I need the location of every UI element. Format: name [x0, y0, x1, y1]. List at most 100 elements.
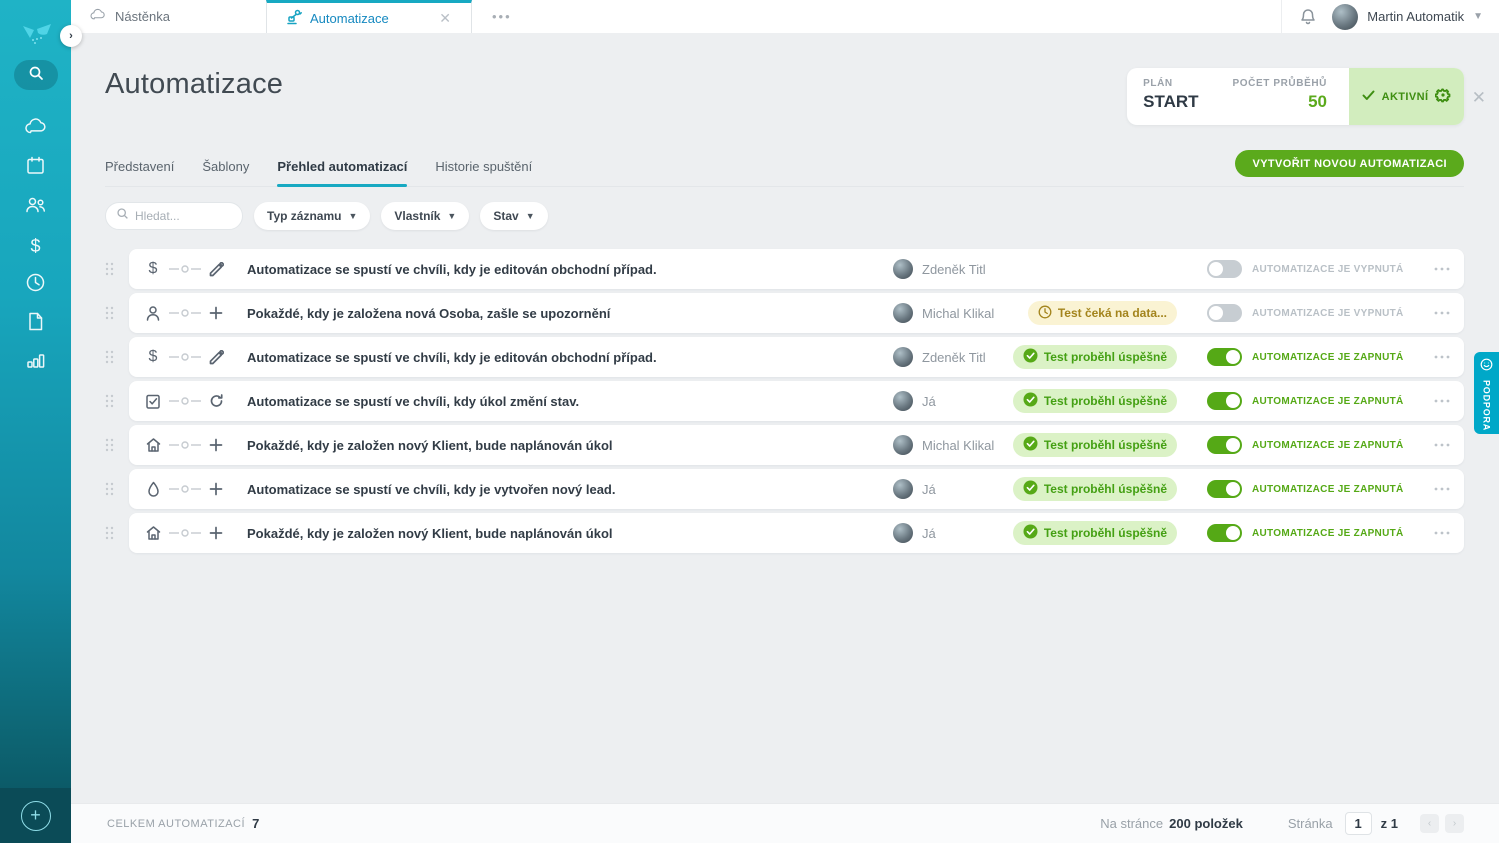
- tab-prehled-automatizaci[interactable]: Přehled automatizací: [277, 151, 407, 186]
- toggle-state-label: AUTOMATIZACE JE ZAPNUTÁ: [1252, 440, 1424, 451]
- automation-toggle[interactable]: [1207, 524, 1242, 542]
- row-menu-icon[interactable]: [1424, 443, 1450, 447]
- drag-handle-icon[interactable]: [105, 526, 129, 540]
- drag-handle-icon[interactable]: [105, 482, 129, 496]
- total-label: CELKEM AUTOMATIZACÍ: [107, 818, 245, 830]
- tab-predstaveni[interactable]: Představení: [105, 151, 174, 186]
- page-title: Automatizace: [105, 68, 283, 101]
- people-icon: [24, 195, 47, 219]
- automation-toggle[interactable]: [1207, 436, 1242, 454]
- edit-icon: [207, 262, 225, 277]
- row-menu-icon[interactable]: [1424, 487, 1450, 491]
- owner-name: Michal Klikal: [922, 438, 994, 453]
- close-tab-icon[interactable]: ✕: [437, 10, 453, 27]
- connector-icon: [168, 529, 202, 537]
- bar-chart-icon: [25, 351, 46, 375]
- automation-card[interactable]: Pokaždé, kdy je založen nový Klient, bud…: [129, 425, 1464, 465]
- test-status-badge: Test proběhl úspěšně: [1013, 389, 1177, 413]
- tab-dashboard[interactable]: Nástěnka: [71, 0, 266, 33]
- sidebar-expand-button[interactable]: ›: [60, 25, 82, 47]
- sidebar-footer: +: [0, 788, 71, 843]
- drag-handle-icon[interactable]: [105, 438, 129, 452]
- check-circle-icon: [1023, 480, 1038, 498]
- next-page-button[interactable]: ›: [1445, 814, 1464, 833]
- prev-page-button[interactable]: ‹: [1420, 814, 1439, 833]
- automation-card[interactable]: Pokaždé, kdy je založen nový Klient, bud…: [129, 513, 1464, 553]
- sidebar-item-calendar[interactable]: [24, 157, 48, 179]
- automation-toggle[interactable]: [1207, 304, 1242, 322]
- filter-record-type[interactable]: Typ záznamu▼: [254, 202, 370, 230]
- sidebar-search-button[interactable]: [14, 60, 58, 90]
- owner-avatar: [893, 479, 913, 499]
- chevron-down-icon: ▼: [447, 211, 456, 221]
- drag-handle-icon[interactable]: [105, 350, 129, 364]
- page-close-icon[interactable]: ✕: [1472, 89, 1486, 106]
- automation-row: $ Automatizace se spustí ve chvíli, kdy …: [105, 337, 1464, 377]
- row-menu-icon[interactable]: [1424, 355, 1450, 359]
- company-icon: [143, 525, 163, 541]
- task-check-icon: [143, 393, 163, 410]
- page-number-input[interactable]: [1345, 812, 1372, 835]
- automation-card[interactable]: $ Automatizace se spustí ve chvíli, kdy …: [129, 249, 1464, 289]
- tab-sablony[interactable]: Šablony: [202, 151, 249, 186]
- row-menu-icon[interactable]: [1424, 311, 1450, 315]
- row-title: Automatizace se spustí ve chvíli, kdy úk…: [247, 394, 893, 409]
- automation-card[interactable]: Pokaždé, kdy je založena nová Osoba, zaš…: [129, 293, 1464, 333]
- automation-row: Pokaždé, kdy je založena nová Osoba, zaš…: [105, 293, 1464, 333]
- ellipsis-icon: •••: [492, 9, 512, 24]
- connector-icon: [168, 397, 202, 405]
- row-owner: Zdeněk Titl: [893, 259, 1045, 279]
- user-name: Martin Automatik: [1367, 9, 1464, 24]
- more-tabs-button[interactable]: •••: [472, 0, 532, 33]
- row-title: Automatizace se spustí ve chvíli, kdy je…: [247, 262, 893, 277]
- row-menu-icon[interactable]: [1424, 399, 1450, 403]
- owner-avatar: [893, 259, 913, 279]
- automation-card[interactable]: Automatizace se spustí ve chvíli, kdy je…: [129, 469, 1464, 509]
- tab-historie-spusteni[interactable]: Historie spuštění: [435, 151, 532, 186]
- plus-icon: +: [30, 805, 41, 826]
- edit-icon: [207, 350, 225, 365]
- create-automation-button[interactable]: VYTVOŘIT NOVOU AUTOMATIZACI: [1235, 150, 1464, 177]
- page-label: Stránka: [1288, 816, 1333, 831]
- sidebar-item-deals[interactable]: $: [24, 235, 48, 257]
- owner-name: Zdeněk Titl: [922, 262, 986, 277]
- sidebar-item-activities[interactable]: [24, 274, 48, 296]
- company-icon: [143, 437, 163, 453]
- drag-handle-icon[interactable]: [105, 394, 129, 408]
- tab-label: Nástěnka: [115, 9, 170, 24]
- notifications-button[interactable]: [1298, 7, 1318, 27]
- runs-value: 50: [1308, 92, 1327, 112]
- per-page-value[interactable]: 200 položek: [1169, 816, 1243, 831]
- chevron-right-icon: ›: [69, 30, 73, 42]
- automation-toggle[interactable]: [1207, 260, 1242, 278]
- gear-icon[interactable]: [1435, 87, 1451, 106]
- filter-state[interactable]: Stav▼: [480, 202, 547, 230]
- sidebar-item-dashboard[interactable]: [24, 118, 48, 140]
- sidebar: $ +: [0, 0, 71, 843]
- search-input[interactable]: [135, 209, 230, 223]
- sidebar-item-contacts[interactable]: [24, 196, 48, 218]
- deal-dollar-icon: $: [143, 260, 163, 278]
- automation-card[interactable]: Automatizace se spustí ve chvíli, kdy úk…: [129, 381, 1464, 421]
- chevron-down-icon: ▼: [348, 211, 357, 221]
- test-status-badge: Test proběhl úspěšně: [1013, 477, 1177, 501]
- add-icon: [207, 438, 225, 452]
- sidebar-item-documents[interactable]: [24, 313, 48, 335]
- owner-name: Já: [922, 394, 936, 409]
- row-menu-icon[interactable]: [1424, 267, 1450, 271]
- drag-handle-icon[interactable]: [105, 262, 129, 276]
- automation-toggle[interactable]: [1207, 392, 1242, 410]
- automation-toggle[interactable]: [1207, 480, 1242, 498]
- tab-automatizace[interactable]: Automatizace ✕: [266, 0, 472, 33]
- automation-toggle[interactable]: [1207, 348, 1242, 366]
- row-menu-icon[interactable]: [1424, 531, 1450, 535]
- user-menu[interactable]: Martin Automatik ▼: [1332, 4, 1483, 30]
- filter-owner[interactable]: Vlastník▼: [381, 202, 469, 230]
- owner-avatar: [893, 523, 913, 543]
- sidebar-item-reports[interactable]: [24, 352, 48, 374]
- support-tab[interactable]: PODPORA: [1474, 352, 1499, 434]
- drag-handle-icon[interactable]: [105, 306, 129, 320]
- add-record-button[interactable]: +: [21, 801, 51, 831]
- automation-page: ✕ Automatizace PLÁN START POČET PRŮBĚHŮ …: [71, 33, 1499, 803]
- automation-card[interactable]: $ Automatizace se spustí ve chvíli, kdy …: [129, 337, 1464, 377]
